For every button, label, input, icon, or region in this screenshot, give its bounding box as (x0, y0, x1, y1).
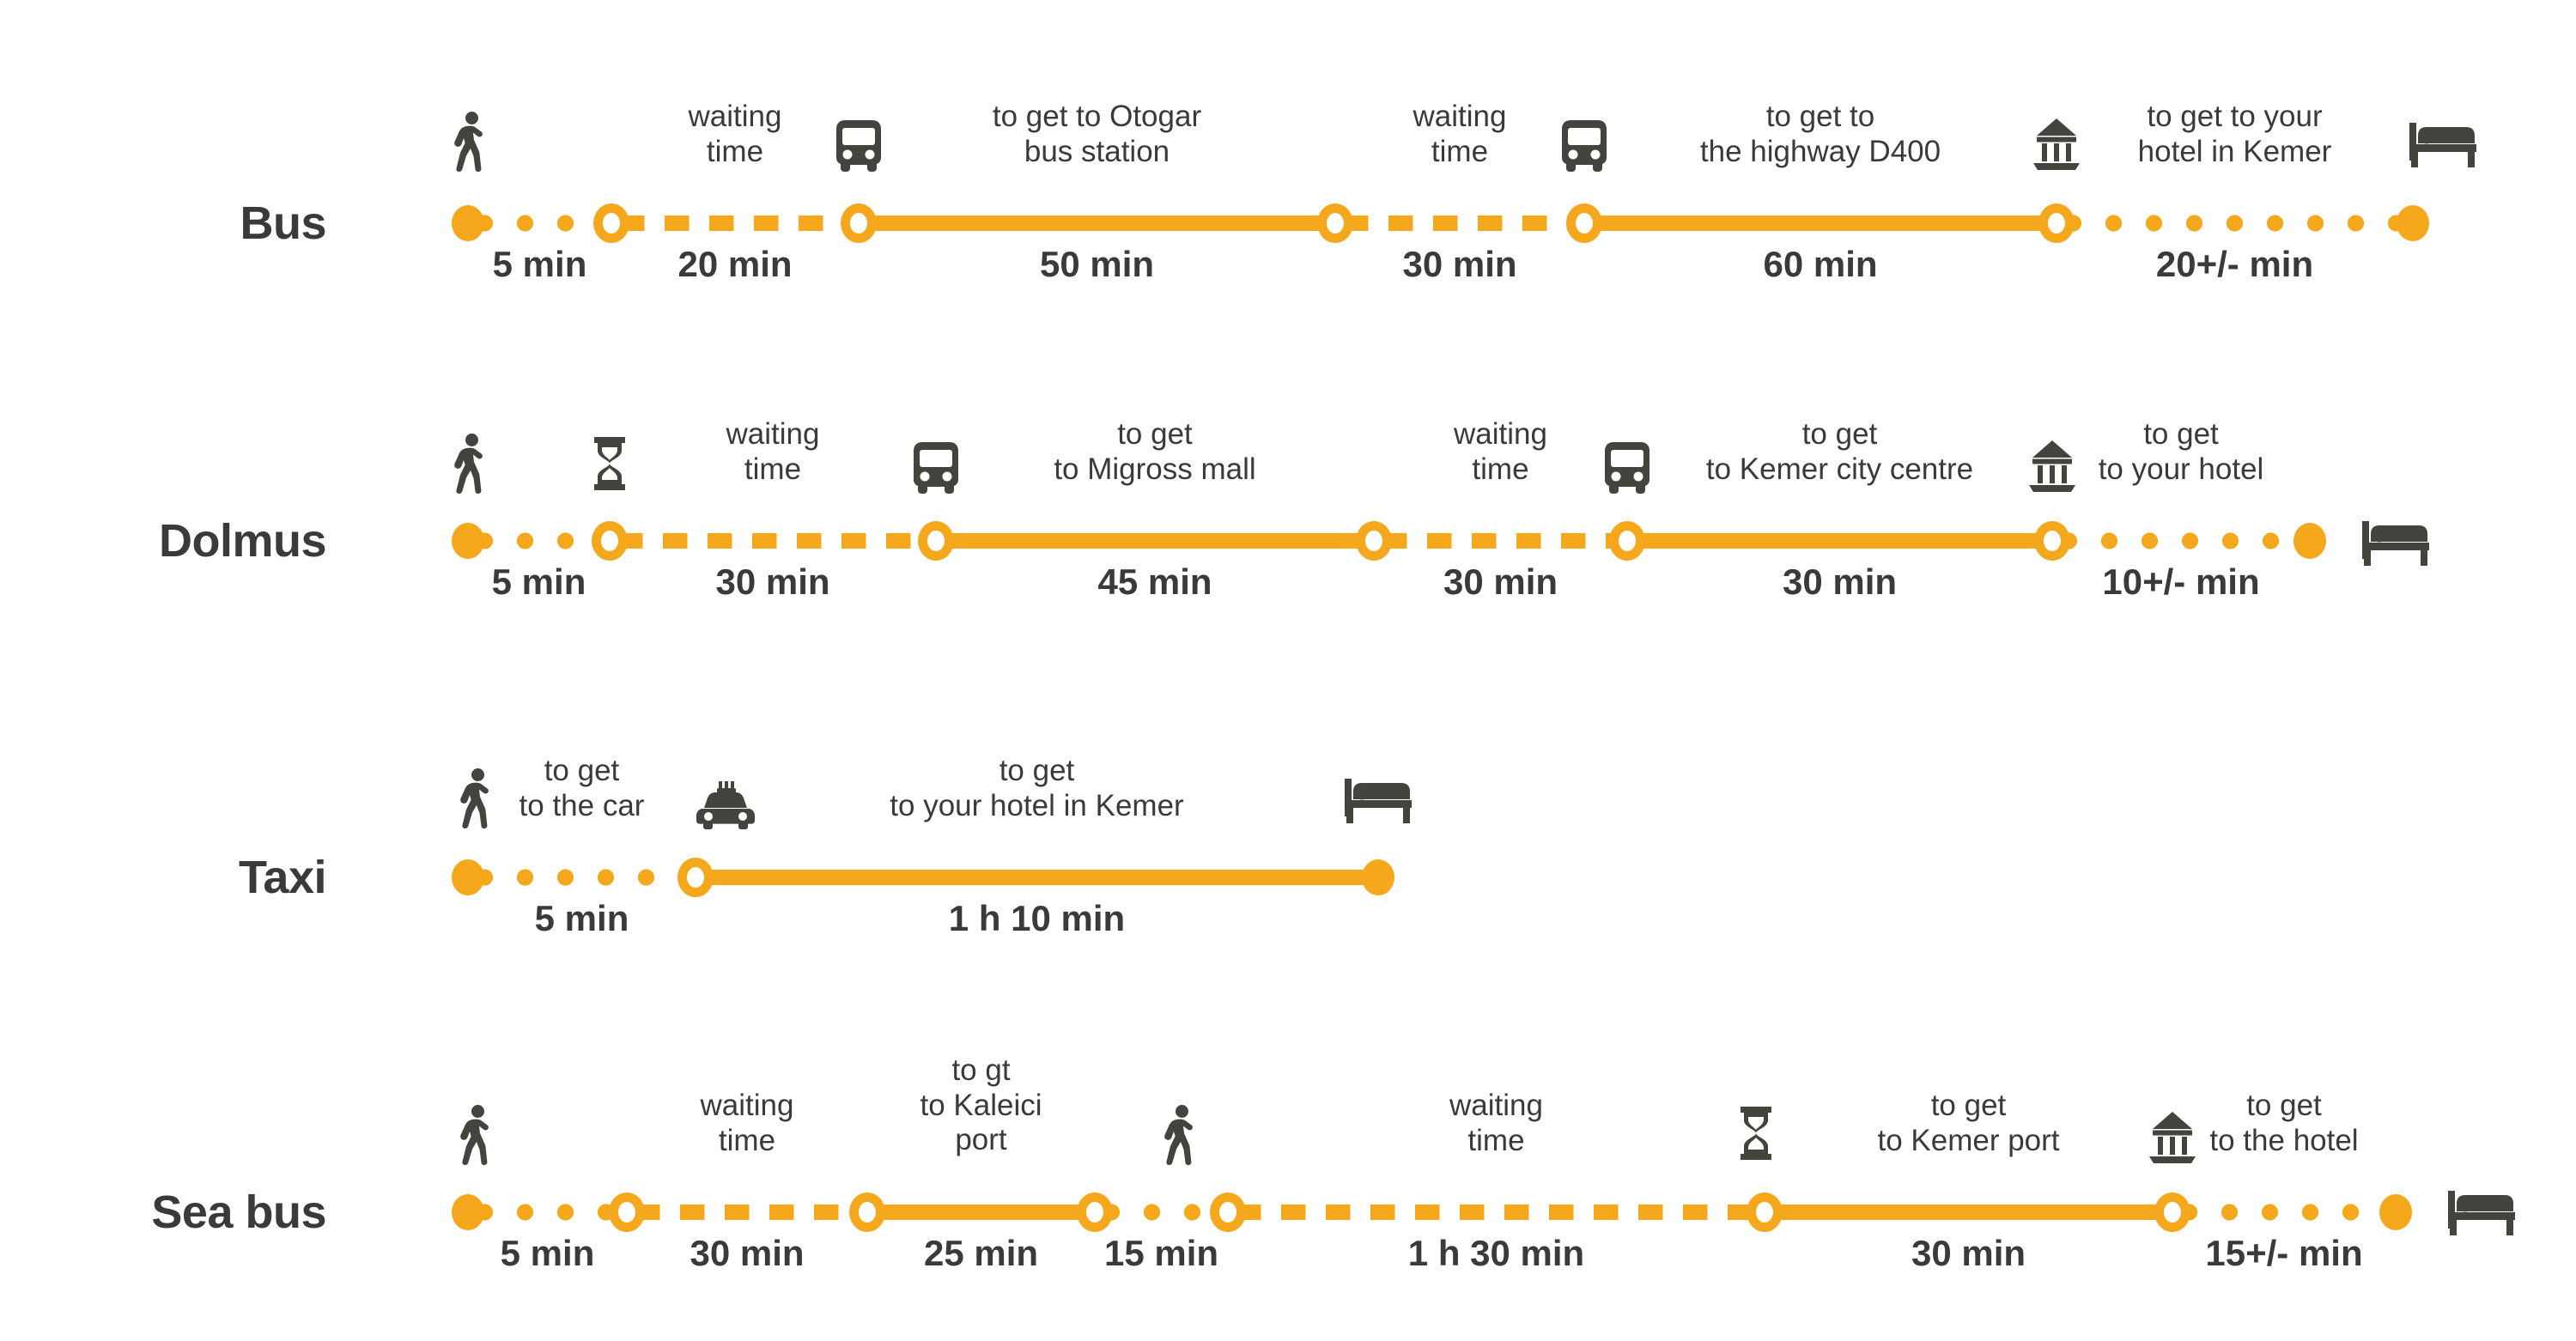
transport-timeline-infographic: Bus 5 min waiting time 20 min to get to Otog… (0, 0, 2576, 1341)
node-sea-bus-ferry-queue (1210, 1192, 1246, 1232)
node-dolmus-destination (2293, 523, 2326, 559)
route-row-sea-bus: Sea bus 5 min waiting time 30 min to gt to K… (0, 0, 2576, 1273)
node-dolmus-kemer-centre (2034, 521, 2070, 561)
segment-walk-in-port (1103, 1204, 1219, 1221)
bank-icon (2029, 440, 2075, 492)
segment-duration-walk-to-the-car: 5 min (534, 898, 629, 938)
node-dolmus-origin (452, 523, 484, 559)
segment-wait-for-transport (635, 1204, 859, 1220)
segment-duration-ride-to-otogar: 50 min (1039, 244, 1155, 284)
segment-walk-to-stop (477, 532, 601, 549)
segment-duration-transfer-to-hotel: 15+/- min (2205, 1233, 2363, 1273)
node-taxi-taxi-pickup (677, 858, 714, 897)
segment-duration-wait-for-bus: 20 min (677, 244, 793, 284)
node-sea-bus-board (849, 1192, 885, 1232)
segment-duration-transfer-to-hotel: 20+/- min (2155, 244, 2314, 284)
segment-caption-wait-for-sea-bus: waiting time (1449, 1089, 1543, 1157)
segment-duration-wait-for-dolmus: 30 min (715, 561, 830, 602)
node-dolmus-migross-mall (1356, 521, 1392, 561)
segment-duration-walk-to-stop: 5 min (500, 1233, 595, 1273)
bus-icon (912, 442, 960, 494)
segment-duration-ride-to-highway-d400: 60 min (1763, 244, 1878, 284)
bed-icon (1345, 777, 1412, 823)
segment-duration-walk-to-stop: 5 min (491, 561, 586, 602)
segment-duration-wait-at-mall: 30 min (1443, 561, 1558, 602)
segment-caption-ride-to-kemer-centre: to get to Kemer city centre (1705, 417, 1974, 486)
bank-icon (2149, 1112, 2196, 1163)
segment-ride-to-migross-mall (945, 533, 1365, 549)
walking-icon (454, 1105, 494, 1165)
hourglass-icon (592, 437, 627, 490)
segment-duration-ride-to-migross-mall: 45 min (1097, 561, 1212, 602)
taxi-icon (696, 781, 755, 829)
segment-caption-wait-at-mall: waiting time (1454, 417, 1547, 486)
segment-drive-to-hotel (704, 870, 1370, 885)
segment-caption-ride-to-kaleici: to gt to Kaleici port (920, 1053, 1042, 1157)
segment-caption-sail-to-kemer-port: to get to Kemer port (1877, 1089, 2060, 1157)
segment-walk-to-stop (477, 1204, 618, 1221)
node-dolmus-dolmus-stop (592, 521, 628, 561)
segment-wait-at-mall (1382, 533, 1619, 549)
bus-icon (1603, 442, 1651, 494)
segment-transfer-to-hotel (2181, 1204, 2387, 1221)
segment-duration-sail-to-kemer-port: 30 min (1911, 1233, 2026, 1273)
segment-caption-walk-to-the-car: to get to the car (519, 754, 645, 822)
segment-sail-to-kemer-port (1773, 1204, 2164, 1220)
route-label-taxi: Taxi (238, 852, 327, 903)
hourglass-icon (1739, 1107, 1773, 1160)
segment-caption-wait-for-dolmus: waiting time (726, 417, 820, 486)
node-sea-bus-origin (452, 1194, 484, 1230)
segment-caption-transfer-to-hotel: to get to your hotel (2098, 417, 2264, 486)
node-sea-bus-board-ferry (1747, 1192, 1783, 1232)
walking-icon (448, 434, 488, 494)
segment-walk-to-the-car (477, 869, 687, 886)
segment-duration-wait-for-transport: 30 min (690, 1233, 805, 1273)
segment-duration-walk-to-bus-stop: 5 min (492, 244, 587, 284)
segment-transfer-to-hotel (2061, 532, 2301, 549)
node-sea-bus-kemer-port (2154, 1192, 2190, 1232)
segment-wait-for-dolmus (618, 533, 927, 549)
segment-ride-to-kaleici (876, 1204, 1086, 1220)
segment-wait-for-sea-bus (1236, 1204, 1756, 1220)
route-label-sea-bus: Sea bus (151, 1186, 326, 1238)
segment-caption-transfer-to-hotel: to get to the hotel (2209, 1089, 2359, 1157)
walking-icon (1158, 1105, 1198, 1165)
segment-caption-drive-to-hotel: to get to your hotel in Kemer (890, 754, 1184, 822)
node-sea-bus-destination (2379, 1194, 2412, 1230)
node-taxi-destination (1362, 859, 1394, 895)
segment-duration-ride-to-kaleici: 25 min (923, 1233, 1039, 1273)
segment-duration-ride-to-kemer-centre: 30 min (1782, 561, 1898, 602)
segment-duration-drive-to-hotel: 1 h 10 min (948, 898, 1126, 938)
node-taxi-origin (452, 859, 484, 895)
node-sea-bus-kaleici-port (1077, 1192, 1113, 1232)
segment-duration-wait-for-sea-bus: 1 h 30 min (1407, 1233, 1585, 1273)
walking-icon (454, 768, 494, 828)
bed-icon (2362, 519, 2429, 566)
segment-ride-to-kemer-centre (1636, 533, 2044, 549)
node-dolmus-board-dolmus (918, 521, 954, 561)
node-sea-bus-stop (609, 1192, 645, 1232)
segment-duration-transfer-to-hotel: 10+/- min (2102, 561, 2260, 602)
segment-caption-wait-for-transport: waiting time (700, 1089, 794, 1157)
segment-caption-ride-to-migross-mall: to get to Migross mall (1054, 417, 1256, 486)
segment-duration-walk-in-port: 15 min (1103, 1233, 1219, 1273)
node-dolmus-board-bus (1609, 521, 1645, 561)
segment-duration-wait-at-otogar: 30 min (1402, 244, 1517, 284)
route-label-dolmus: Dolmus (158, 515, 327, 567)
bed-icon (2448, 1189, 2515, 1235)
